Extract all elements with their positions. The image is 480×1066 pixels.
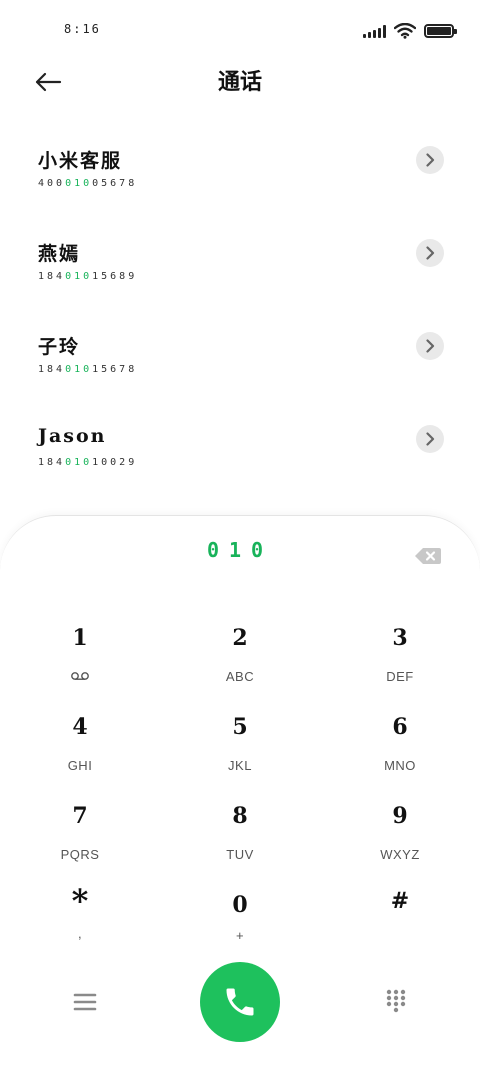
key-star[interactable]: * , (20, 878, 140, 958)
dialer-panel: 010 1 2 ABC 3 DEF 4 GHI 5 JKL 6 MNO 7 PQ… (0, 515, 480, 1066)
backspace-button[interactable] (414, 546, 442, 566)
contact-detail-button[interactable] (416, 425, 444, 453)
dialpad-icon (386, 989, 406, 1013)
contact-number: 18401015689 (38, 271, 137, 282)
key-0[interactable]: 0 + (180, 878, 300, 958)
key-digit: 5 (232, 714, 248, 740)
key-letters: TUV (226, 847, 254, 862)
key-7[interactable]: 7 PQRS (20, 789, 140, 869)
contact-detail-button[interactable] (416, 239, 444, 267)
chevron-right-icon (426, 432, 435, 446)
key-letters: GHI (67, 758, 93, 773)
hamburger-menu-icon (73, 993, 97, 1011)
key-digit: 7 (72, 803, 88, 829)
key-digit: * (71, 882, 89, 920)
dialer-bottom-bar (0, 961, 480, 1043)
number-prefix: 184 (38, 364, 66, 375)
menu-button[interactable] (70, 987, 100, 1017)
number-match: 010 (65, 178, 93, 189)
key-digit: 1 (72, 625, 88, 651)
number-match: 010 (65, 457, 93, 468)
key-letters: DEF (386, 669, 414, 684)
key-digit: 9 (392, 803, 408, 829)
signal-icon (363, 24, 386, 38)
number-match: 010 (65, 271, 93, 282)
key-letters: , (77, 926, 83, 941)
number-prefix: 184 (38, 271, 66, 282)
contact-number: 18401015678 (38, 364, 137, 375)
contact-row[interactable]: 小米客服 40001005678 (0, 130, 480, 223)
number-suffix: 15678 (92, 364, 138, 375)
contact-detail-button[interactable] (416, 146, 444, 174)
contact-list: 小米客服 40001005678 燕嫣 18401015689 子玲 18401… (0, 130, 480, 502)
battery-fill (427, 27, 451, 35)
key-digit: 3 (392, 625, 408, 651)
status-icons (363, 22, 457, 40)
status-bar: 8:16 (0, 0, 480, 60)
key-digit: 0 (232, 892, 248, 918)
contact-name: 燕嫣 (38, 243, 81, 265)
key-letters: WXYZ (380, 847, 420, 862)
number-suffix: 15689 (92, 271, 138, 282)
key-3[interactable]: 3 DEF (340, 611, 460, 691)
number-suffix: 05678 (92, 178, 138, 189)
contact-name: Jason (38, 425, 107, 447)
chevron-right-icon (426, 246, 435, 260)
battery-icon (424, 24, 457, 38)
page-title: 通话 (217, 69, 262, 95)
key-digit: # (390, 888, 410, 914)
contact-row[interactable]: 子玲 18401015678 (0, 316, 480, 409)
contact-detail-button[interactable] (416, 332, 444, 360)
voicemail-icon (71, 672, 89, 680)
chevron-right-icon (426, 153, 435, 167)
key-hash[interactable]: # (340, 878, 460, 958)
key-letters: PQRS (60, 847, 100, 862)
dialed-number[interactable]: 010 (0, 538, 480, 562)
contact-row[interactable]: Jason 18401010029 (0, 409, 480, 502)
key-letters: ABC (225, 669, 255, 684)
key-digit: 8 (232, 803, 248, 829)
key-digit: 6 (392, 714, 408, 740)
call-button[interactable] (200, 962, 280, 1042)
key-8[interactable]: 8 TUV (180, 789, 300, 869)
key-4[interactable]: 4 GHI (20, 700, 140, 780)
contact-row[interactable]: 燕嫣 18401015689 (0, 223, 480, 316)
key-1[interactable]: 1 (20, 611, 140, 691)
contact-name: 子玲 (38, 336, 81, 358)
phone-icon (226, 988, 254, 1016)
key-2[interactable]: 2 ABC (180, 611, 300, 691)
number-suffix: 10029 (92, 457, 138, 468)
status-time: 8:16 (64, 22, 101, 36)
key-6[interactable]: 6 MNO (340, 700, 460, 780)
key-letters: JKL (228, 758, 252, 773)
contact-number: 40001005678 (38, 178, 137, 189)
wifi-icon (394, 23, 416, 39)
backspace-icon (415, 548, 441, 564)
keypad-toggle-button[interactable] (382, 987, 410, 1015)
header: 通话 (0, 56, 480, 106)
chevron-right-icon (426, 339, 435, 353)
key-digit: 4 (72, 714, 88, 740)
contact-number: 18401010029 (38, 457, 137, 468)
number-prefix: 400 (38, 178, 66, 189)
key-digit: 2 (232, 625, 248, 651)
key-5[interactable]: 5 JKL (180, 700, 300, 780)
key-letters: + (235, 928, 245, 943)
number-prefix: 184 (38, 457, 66, 468)
key-9[interactable]: 9 WXYZ (340, 789, 460, 869)
contact-name: 小米客服 (38, 150, 123, 172)
number-match: 010 (65, 364, 93, 375)
key-letters: MNO (384, 758, 416, 773)
